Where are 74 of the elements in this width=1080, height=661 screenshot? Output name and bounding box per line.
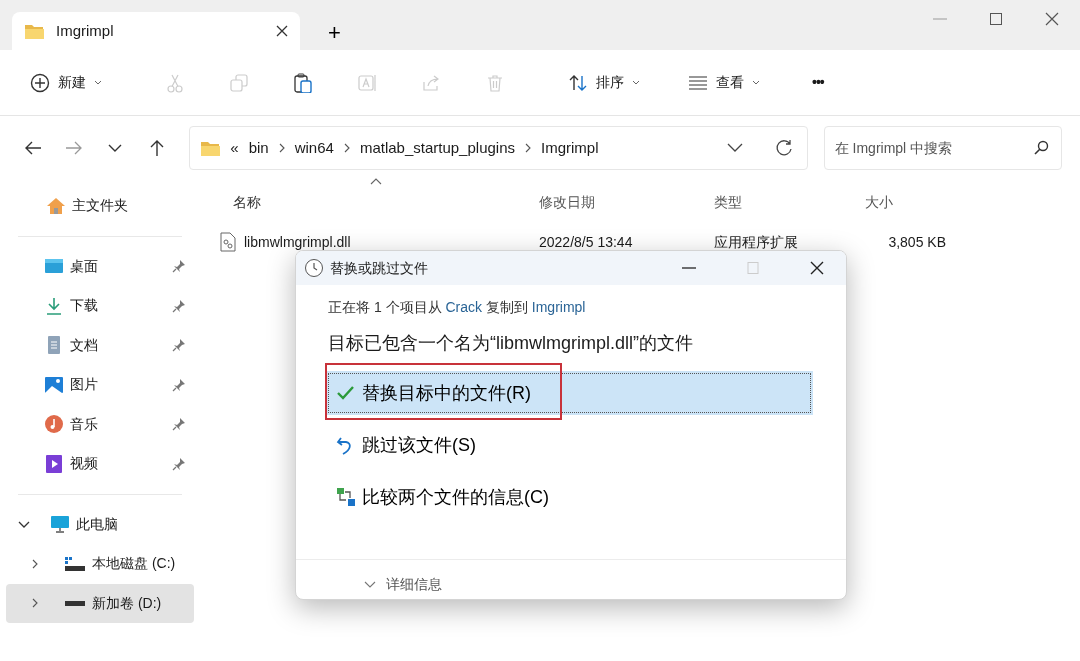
close-icon[interactable] <box>276 25 288 37</box>
breadcrumb-item[interactable]: Imgrimpl <box>541 136 599 160</box>
computer-icon <box>50 514 70 535</box>
close-icon <box>810 261 824 275</box>
plus-circle-icon <box>30 72 50 93</box>
search-box[interactable]: 在 Imgrimpl 中搜索 <box>823 126 1062 170</box>
download-icon <box>44 295 64 316</box>
refresh-icon[interactable] <box>774 139 793 157</box>
caret-icon <box>632 79 640 86</box>
music-icon <box>44 414 64 435</box>
breadcrumb-overflow[interactable]: « <box>230 136 239 160</box>
table-cell-text: 2022/8/5 13:44 <box>538 232 634 252</box>
column-header[interactable]: 大小 <box>852 191 952 213</box>
toolbar-button[interactable]: 排序 <box>558 66 650 99</box>
chevron-right-icon[interactable] <box>30 598 40 609</box>
column-header[interactable]: 修改日期 <box>526 191 704 213</box>
new-tab-button[interactable]: + <box>324 22 345 44</box>
minimize-icon <box>682 267 696 269</box>
arrow-left-icon <box>23 139 42 157</box>
table-cell-text: 3,805 KB <box>887 232 947 252</box>
breadcrumb-item[interactable]: matlab_startup_plugins <box>359 136 515 160</box>
sidebar-item[interactable]: 文档 <box>6 325 194 365</box>
dll-file-icon <box>220 232 236 252</box>
maximize-icon <box>989 12 1003 26</box>
minimize-icon <box>933 18 947 20</box>
chevron-right-icon <box>343 143 350 153</box>
toolbar-button[interactable]: 新建 <box>20 66 112 99</box>
drive-icon <box>64 555 86 572</box>
address-bar[interactable]: « bin win64 matlab_startup_plugins Imgrimpl <box>189 126 808 170</box>
file-name[interactable]: libmwlmgrimpl.dll <box>244 231 351 253</box>
option-button[interactable]: 比较两个文件的信息(C) <box>326 475 813 519</box>
compare-icon <box>336 487 356 507</box>
close-icon <box>1045 12 1059 26</box>
dialog-heading: 目标已包含一个名为“libmwlmgrimpl.dll”的文件 <box>328 332 694 355</box>
caret-icon <box>94 79 102 86</box>
option-button[interactable]: 跳过该文件(S) <box>326 423 813 467</box>
sidebar-item[interactable]: 桌面 <box>6 246 194 286</box>
chevron-down-icon <box>364 580 376 589</box>
folder-icon <box>24 22 44 40</box>
chevron-down-icon[interactable] <box>726 143 743 153</box>
video-icon <box>44 453 64 474</box>
option-button[interactable]: 替换目标中的文件(R) <box>326 371 813 415</box>
source-link[interactable]: Crack <box>445 299 483 315</box>
sidebar-item[interactable]: 音乐 <box>6 404 194 444</box>
search-icon <box>1032 140 1049 156</box>
caret-icon <box>752 79 760 86</box>
column-header[interactable]: 类型 <box>704 191 852 213</box>
sidebar-item[interactable]: 图片 <box>6 365 194 405</box>
copy-status-text: 正在将 1 个项目从 Crack 复制到 Imgrimpl <box>328 298 587 317</box>
picture-icon <box>44 374 64 395</box>
maximize-icon <box>746 261 760 275</box>
chevron-right-icon <box>278 143 285 153</box>
table-cell-text: 应用程序扩展 <box>713 232 799 252</box>
dialog-title: 替换或跳过文件 <box>330 258 429 278</box>
sidebar-item[interactable]: 主文件夹 <box>6 186 194 226</box>
sidebar-item[interactable]: 视频 <box>6 444 194 484</box>
sidebar-item[interactable]: 本地磁盘 (C:) <box>6 544 194 584</box>
home-icon <box>46 195 66 216</box>
sidebar-item[interactable]: 此电脑 <box>6 504 194 544</box>
sidebar-item[interactable]: 新加卷 (D:) <box>6 583 194 623</box>
more-button[interactable]: ••• <box>802 66 834 99</box>
sidebar-item[interactable]: 下载 <box>6 286 194 326</box>
tab[interactable]: Imgrimpl <box>12 12 300 50</box>
chevron-right-icon <box>525 143 531 153</box>
destination-link[interactable]: Imgrimpl <box>531 299 586 315</box>
chevron-right-icon[interactable] <box>30 558 40 569</box>
clock-icon <box>304 258 324 278</box>
column-header[interactable]: 名称 <box>220 191 526 213</box>
breadcrumb-item[interactable]: bin <box>248 136 269 160</box>
arrow-right-icon <box>65 139 83 157</box>
breadcrumb-item[interactable]: win64 <box>294 136 334 160</box>
toolbar-button[interactable]: 查看 <box>678 66 770 99</box>
details-toggle[interactable]: 详细信息 <box>328 560 442 595</box>
folder-icon <box>200 139 221 157</box>
